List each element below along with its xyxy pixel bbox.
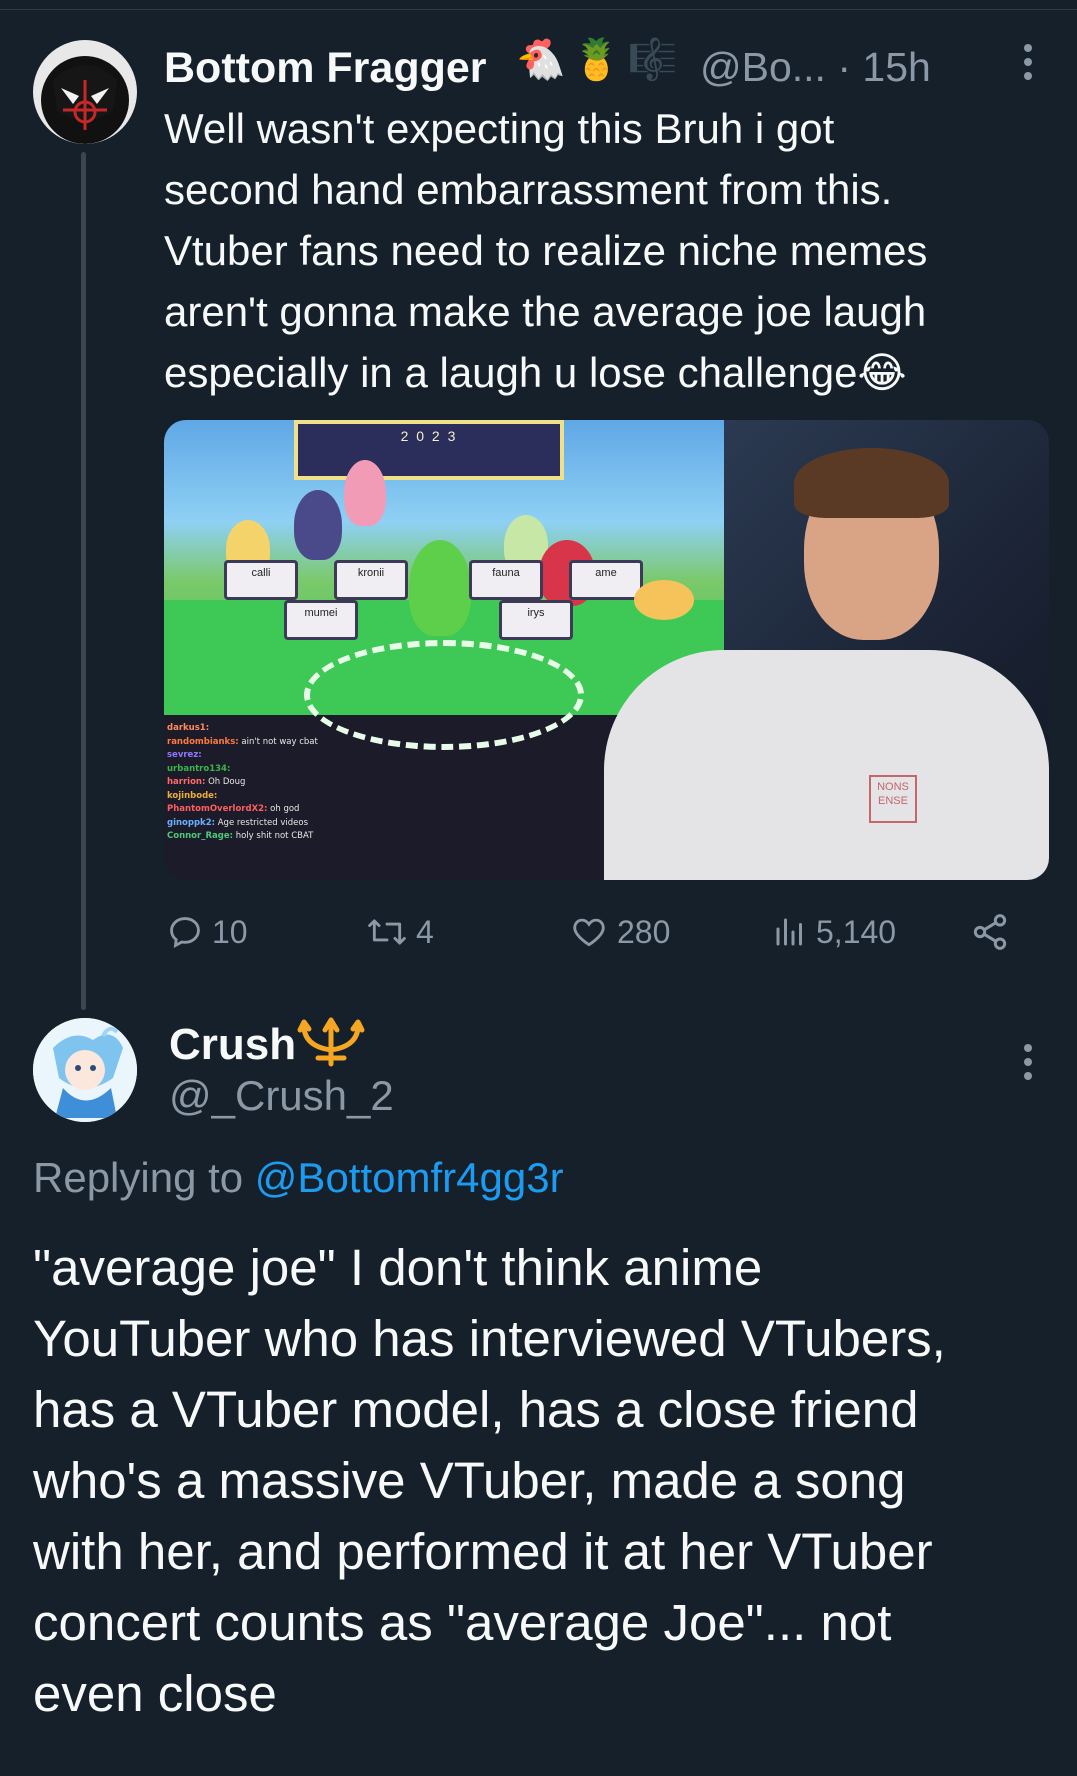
- streamer-body: [604, 650, 1049, 880]
- reply-author-handle[interactable]: @_Crush_2: [169, 1072, 394, 1120]
- reply-count: 10: [212, 913, 248, 950]
- more-icon[interactable]: [1022, 44, 1034, 80]
- views-button[interactable]: 5,140: [772, 908, 896, 956]
- views-icon: [776, 918, 802, 946]
- replying-to-mention[interactable]: @Bottomfr4gg3r: [255, 1154, 564, 1201]
- author-handle[interactable]: @Bo...: [700, 44, 826, 90]
- banner-text: 2 0 2 3: [400, 428, 458, 444]
- avatar-image: [33, 1018, 137, 1122]
- chat-line: PhantomOverlordX2: oh god: [167, 804, 300, 814]
- chat-line: urbantro134:: [167, 763, 231, 774]
- top-divider: [0, 0, 1077, 10]
- chat-line: kojinbode:: [167, 790, 218, 801]
- tweet-media[interactable]: 2 0 2 3 calli kronii fauna ame mumei iry…: [164, 420, 1049, 880]
- heart-icon: [573, 918, 605, 947]
- reply-icon: [170, 917, 200, 949]
- game-banner: 2 0 2 3: [294, 420, 564, 480]
- handle-and-time: @Bo... · 15h: [700, 44, 931, 91]
- character: [409, 540, 471, 636]
- share-icon: [973, 914, 1007, 950]
- view-count: 5,140: [816, 913, 897, 950]
- desk-label: calli: [224, 560, 298, 600]
- tweet-text: Well wasn't expecting this Bruh i got se…: [164, 105, 928, 396]
- easter-eggs: [634, 580, 694, 620]
- reply-author-name[interactable]: Crush: [169, 1020, 296, 1070]
- stream-chat: darkus1: randombianks: ain't not way cba…: [164, 718, 464, 880]
- retweet-icon: [368, 919, 406, 945]
- chat-line: randombianks: ain't not way cbat: [167, 736, 318, 747]
- replying-prefix: Replying to: [33, 1154, 255, 1201]
- trident-emoji: [297, 1017, 365, 1067]
- music-score-emoji: 🎼: [627, 38, 678, 82]
- more-icon[interactable]: [1022, 1044, 1034, 1080]
- desk-label: fauna: [469, 560, 543, 600]
- avatar-image: [33, 40, 137, 144]
- reply-author-avatar[interactable]: [33, 1018, 137, 1122]
- retweet-button[interactable]: 4: [366, 908, 434, 956]
- stream-game-scene: 2 0 2 3 calli kronii fauna ame mumei iry…: [164, 420, 726, 750]
- desk-label: irys: [499, 600, 573, 640]
- retweet-count: 4: [416, 913, 434, 950]
- author-emojis: 🐔 🍍 🎼: [516, 36, 677, 83]
- thread-connector: [81, 152, 86, 1010]
- chat-line: sevrez:: [167, 750, 202, 760]
- character: [344, 460, 386, 526]
- chat-line: darkus1:: [167, 723, 210, 733]
- desk-label: mumei: [284, 600, 358, 640]
- shirt-logo: NONS ENSE: [869, 775, 917, 823]
- pineapple-emoji: 🍍: [571, 38, 622, 82]
- chat-line: Connor_Rage: holy shit not CBAT: [167, 831, 314, 841]
- chat-line: ginoppk2: Age restricted videos: [167, 817, 309, 828]
- replying-to: Replying to @Bottomfr4gg3r: [33, 1154, 564, 1202]
- like-count: 280: [617, 913, 671, 950]
- desk-label: kronii: [334, 560, 408, 600]
- like-button[interactable]: 280: [569, 908, 670, 956]
- chat-line: harrion: Oh Doug: [167, 777, 246, 787]
- author-avatar[interactable]: [33, 40, 137, 144]
- reply-text: "average joe" I don't think anime YouTub…: [33, 1239, 946, 1722]
- chicken-emoji: 🐔: [516, 38, 566, 82]
- character: [294, 490, 342, 560]
- streamer-hair: [794, 448, 949, 518]
- reply-button[interactable]: 10: [166, 908, 248, 956]
- author-name[interactable]: Bottom Fragger: [164, 44, 487, 93]
- tweet-actions: 10 4 280 5,140: [164, 908, 1014, 956]
- tweet-time[interactable]: · 15h: [837, 44, 930, 90]
- share-button[interactable]: [970, 908, 1010, 956]
- desk-label: ame: [569, 560, 643, 600]
